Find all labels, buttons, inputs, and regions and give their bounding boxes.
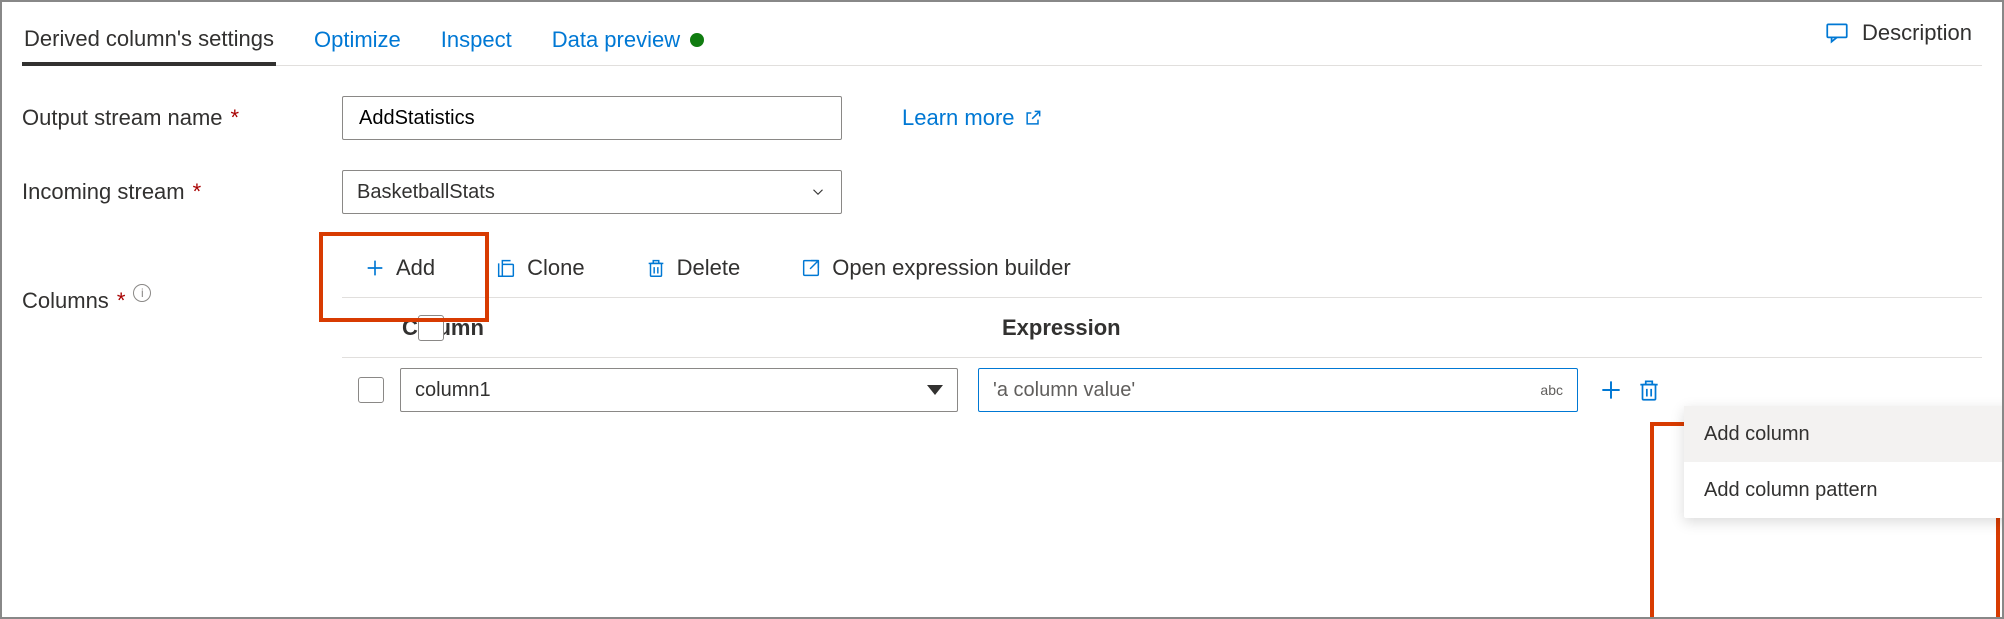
column-name-value: column1 (415, 379, 491, 402)
tab-optimize[interactable]: Optimize (312, 17, 403, 63)
menu-add-column-pattern[interactable]: Add column pattern (1684, 462, 2004, 518)
required-asterisk: * (117, 288, 126, 314)
open-expression-builder-button[interactable]: Open expression builder (786, 249, 1084, 287)
clone-button[interactable]: Clone (481, 249, 598, 287)
description-label: Description (1862, 20, 1972, 46)
external-link-icon (1023, 108, 1043, 128)
open-builder-icon (800, 257, 822, 279)
header-column: Column (402, 315, 1002, 341)
output-stream-row: Output stream name * Learn more (22, 90, 1982, 146)
incoming-stream-row: Incoming stream * BasketballStats (22, 164, 1982, 220)
add-label: Add (396, 255, 435, 281)
caret-down-icon (927, 385, 943, 395)
status-dot-icon (690, 33, 704, 47)
delete-row-icon[interactable] (1636, 377, 1662, 403)
tab-label: Derived column's settings (24, 26, 274, 52)
table-row: column1 'a column value' abc (342, 358, 1982, 422)
output-stream-field[interactable] (342, 96, 842, 140)
tabs-bar: Derived column's settings Optimize Inspe… (22, 14, 1982, 66)
tab-label: Optimize (314, 27, 401, 53)
tab-inspect[interactable]: Inspect (439, 17, 514, 63)
clone-label: Clone (527, 255, 584, 281)
delete-button[interactable]: Delete (631, 249, 755, 287)
trash-icon (645, 257, 667, 279)
incoming-stream-select[interactable]: BasketballStats (342, 170, 842, 214)
label-text: Columns (22, 288, 109, 314)
tab-label: Data preview (552, 27, 680, 53)
info-icon[interactable]: i (133, 284, 151, 302)
output-stream-label: Output stream name * (22, 105, 342, 131)
description-button[interactable]: Description (1824, 20, 1972, 46)
required-asterisk: * (231, 105, 240, 131)
columns-toolbar: Add Clone Delete Open expression builder (342, 238, 1982, 298)
delete-label: Delete (677, 255, 741, 281)
expression-input[interactable]: 'a column value' abc (978, 368, 1578, 412)
columns-label: Columns * i (22, 238, 342, 422)
label-text: Incoming stream (22, 179, 185, 205)
menu-add-column[interactable]: Add column (1684, 406, 2004, 462)
expression-value: 'a column value' (993, 379, 1135, 402)
menu-item-label: Add column (1704, 423, 1810, 446)
add-context-menu: Add column Add column pattern (1684, 406, 2004, 518)
open-builder-label: Open expression builder (832, 255, 1070, 281)
label-text: Output stream name (22, 105, 223, 131)
tab-settings[interactable]: Derived column's settings (22, 16, 276, 66)
comment-icon (1824, 20, 1850, 46)
row-checkbox[interactable] (358, 377, 384, 403)
column-name-select[interactable]: column1 (400, 368, 958, 412)
plus-icon (364, 257, 386, 279)
tab-data-preview[interactable]: Data preview (550, 17, 706, 63)
learn-more-link[interactable]: Learn more (902, 105, 1043, 131)
select-all-checkbox[interactable] (418, 315, 444, 341)
learn-more-label: Learn more (902, 105, 1015, 131)
incoming-stream-value: BasketballStats (357, 181, 495, 204)
type-badge: abc (1540, 382, 1563, 398)
clone-icon (495, 257, 517, 279)
output-stream-input[interactable] (357, 106, 827, 131)
tab-label: Inspect (441, 27, 512, 53)
menu-item-label: Add column pattern (1704, 479, 1877, 502)
incoming-stream-label: Incoming stream * (22, 179, 342, 205)
chevron-down-icon (809, 183, 827, 201)
columns-table-header: Column Expression (342, 298, 1982, 358)
header-expression: Expression (1002, 315, 1121, 341)
required-asterisk: * (193, 179, 202, 205)
add-row-icon[interactable] (1598, 377, 1624, 403)
add-button[interactable]: Add (350, 249, 449, 287)
